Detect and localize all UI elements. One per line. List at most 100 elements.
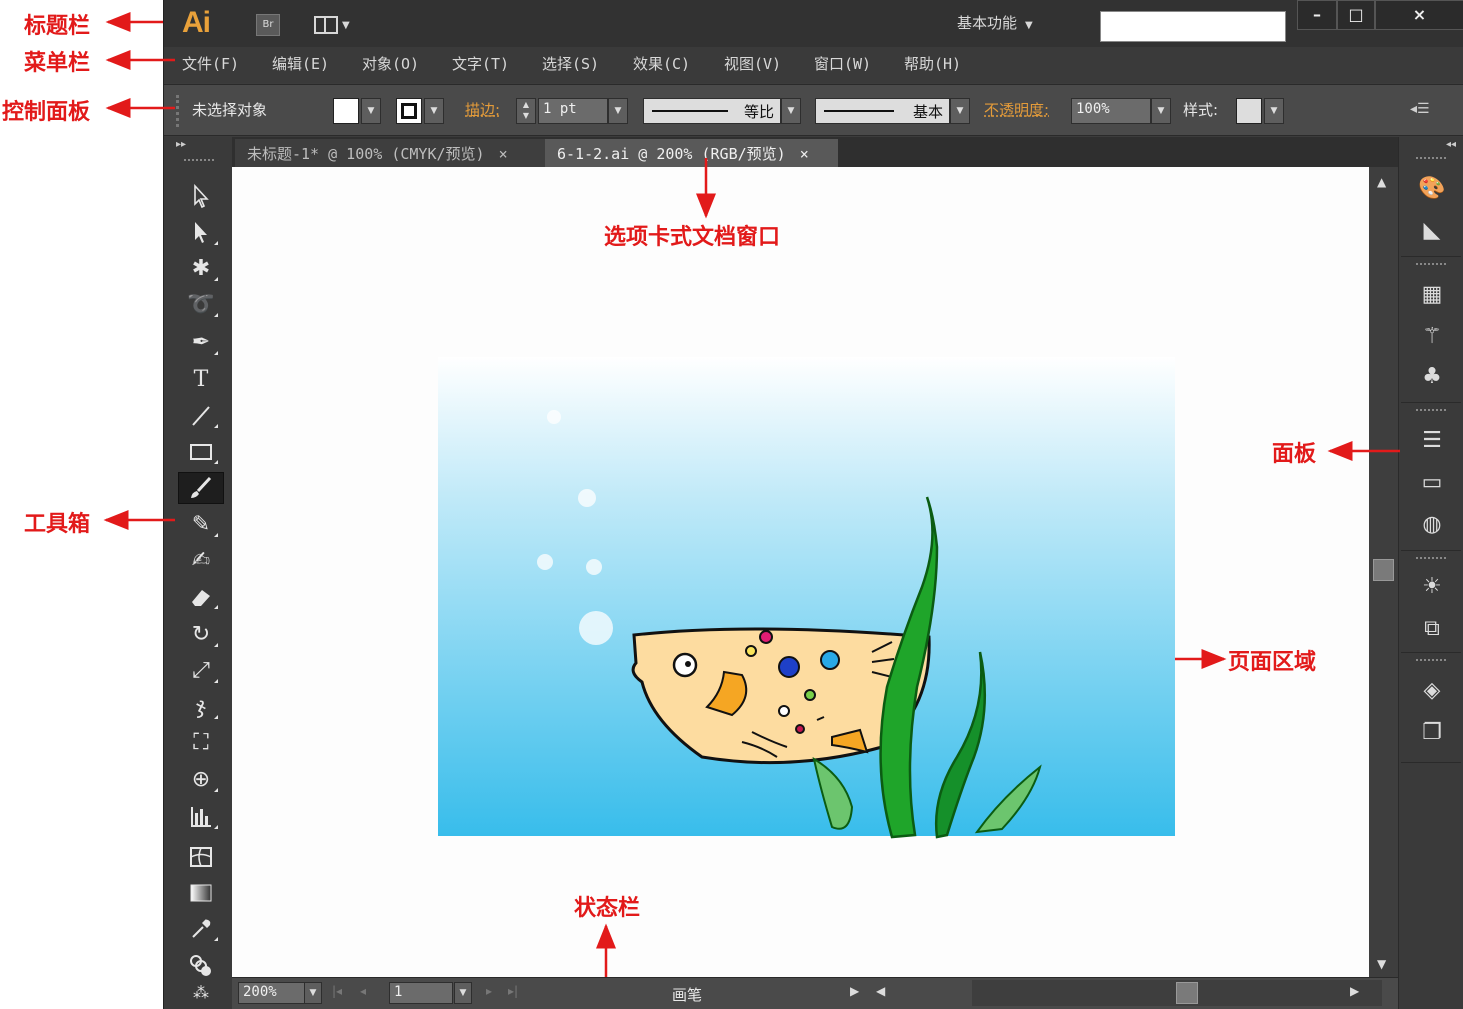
collapse-toolbox-icon[interactable]: ▸▸ (176, 139, 186, 150)
transparency-icon[interactable]: ◍ (1416, 509, 1448, 541)
menu-help[interactable]: 帮助(H) (904, 53, 961, 74)
stroke-icon[interactable]: ☰ (1416, 425, 1448, 457)
vertical-scroll-thumb[interactable] (1373, 559, 1394, 581)
tab-6-1-2[interactable]: 6-1-2.ai @ 200% (RGB/预览) × (545, 139, 838, 167)
fill-swatch[interactable] (333, 98, 359, 124)
artboard-dropdown[interactable]: ▼ (454, 982, 472, 1004)
blend-tool-icon[interactable] (178, 949, 224, 981)
rectangle-tool-icon[interactable] (178, 436, 224, 468)
blob-brush-tool-icon[interactable]: ✍ (178, 545, 224, 577)
zoom-dropdown[interactable]: ▼ (304, 982, 322, 1004)
brush-dropdown[interactable]: ▼ (950, 98, 970, 124)
tab-untitled-1[interactable]: 未标题-1* @ 100% (CMYK/预览) × (235, 139, 545, 167)
layers-icon[interactable]: ◈ (1416, 675, 1448, 707)
panel-group-grip[interactable] (1416, 409, 1446, 411)
gradient-tool-icon[interactable] (178, 877, 224, 909)
warp-tool-icon[interactable]: ჯ (178, 691, 224, 723)
stroke-label[interactable]: 描边: (465, 99, 500, 120)
profile-dropdown[interactable]: ▼ (781, 98, 801, 124)
menu-select[interactable]: 选择(S) (542, 53, 599, 74)
status-menu-icon[interactable]: ▶ (850, 984, 859, 998)
brushes-icon[interactable]: ⚚ (1416, 321, 1448, 353)
pen-tool-icon[interactable]: ✒ (178, 327, 224, 359)
menu-effect[interactable]: 效果(C) (633, 53, 690, 74)
rotate-tool-icon[interactable]: ↻ (178, 619, 224, 651)
menu-edit[interactable]: 编辑(E) (272, 53, 329, 74)
minimize-button[interactable]: – (1297, 0, 1337, 30)
menu-type[interactable]: 文字(T) (452, 53, 509, 74)
direct-selection-tool-icon[interactable] (178, 217, 224, 249)
fill-dropdown[interactable]: ▼ (361, 98, 381, 124)
stroke-weight-stepper[interactable]: ▲ ▼ (516, 98, 536, 124)
current-tool-status[interactable]: 画笔 (672, 984, 702, 1005)
appearance-icon[interactable]: ☀ (1416, 571, 1448, 603)
paintbrush-tool-icon[interactable] (178, 472, 224, 504)
scroll-down-icon[interactable]: ▼ (1377, 957, 1386, 971)
stroke-swatch[interactable] (396, 98, 422, 124)
document-canvas[interactable] (232, 167, 1369, 977)
opacity-field[interactable]: 100% (1071, 98, 1151, 124)
menu-file[interactable]: 文件(F) (182, 53, 239, 74)
search-input[interactable] (1100, 11, 1286, 42)
menu-window[interactable]: 窗口(W) (814, 53, 871, 74)
brush-definition[interactable]: 基本 (815, 98, 950, 124)
stroke-dropdown[interactable]: ▼ (424, 98, 444, 124)
lasso-tool-icon[interactable]: ➰ (178, 289, 224, 321)
magic-wand-tool-icon[interactable]: ✱ (178, 253, 224, 285)
menu-object[interactable]: 对象(O) (362, 53, 419, 74)
panel-group-grip[interactable] (1416, 659, 1446, 661)
panel-group-grip[interactable] (1416, 557, 1446, 559)
panel-group-grip[interactable] (1416, 263, 1446, 265)
first-artboard-icon[interactable]: |◂ (332, 984, 342, 998)
color-guide-icon[interactable]: 🎨 (1416, 173, 1448, 205)
zoom-field[interactable]: 200% (238, 982, 310, 1004)
expand-panels-icon[interactable]: ◂◂ (1446, 139, 1456, 150)
color-icon[interactable]: ◣ (1416, 215, 1448, 247)
panel-grip[interactable] (176, 95, 179, 127)
bridge-button[interactable]: Br (256, 14, 280, 36)
line-segment-tool-icon[interactable] (178, 400, 224, 432)
panel-group-grip[interactable] (1416, 157, 1446, 159)
type-tool-icon[interactable]: T (178, 364, 224, 396)
graph-tool-icon[interactable] (178, 801, 224, 833)
scale-tool-icon[interactable]: ⤢ (178, 655, 224, 687)
panel-menu-icon[interactable]: ◂☰ (1410, 101, 1430, 117)
close-tab-icon[interactable]: × (800, 145, 809, 163)
maximize-button[interactable]: □ (1337, 0, 1375, 30)
symbols-icon[interactable]: ♣ (1416, 361, 1448, 393)
selection-tool-icon[interactable] (178, 181, 224, 213)
gradient-icon[interactable]: ▭ (1416, 467, 1448, 499)
graphic-styles-icon[interactable]: ⧉ (1416, 613, 1448, 645)
graphic-style-swatch[interactable] (1236, 98, 1262, 124)
variable-width-profile[interactable]: 等比 (643, 98, 781, 124)
horizontal-scroll-thumb[interactable] (1176, 982, 1198, 1004)
swatches-icon[interactable]: ▦ (1416, 279, 1448, 311)
vertical-scrollbar[interactable]: ▲ ▼ (1369, 167, 1398, 977)
scroll-left-icon[interactable]: ◀ (876, 984, 885, 998)
pencil-tool-icon[interactable]: ✎ (178, 509, 224, 541)
horizontal-scrollbar[interactable] (972, 980, 1382, 1006)
opacity-label[interactable]: 不透明度: (984, 99, 1049, 120)
next-artboard-icon[interactable]: ▸ (486, 984, 492, 998)
eyedropper-tool-icon[interactable] (178, 913, 224, 945)
symbol-sprayer-tool-icon[interactable]: ⁂ (178, 983, 224, 1007)
shape-builder-tool-icon[interactable]: ⊕ (178, 764, 224, 796)
workspace-switcher[interactable]: 基本功能 ▼ (957, 12, 1033, 33)
toolbox-grip[interactable] (184, 159, 214, 163)
last-artboard-icon[interactable]: ▸| (508, 984, 518, 998)
opacity-dropdown[interactable]: ▼ (1151, 98, 1171, 124)
scroll-right-icon[interactable]: ▶ (1350, 984, 1359, 998)
menu-view[interactable]: 视图(V) (724, 53, 781, 74)
mesh-tool-icon[interactable] (178, 841, 224, 873)
graphic-style-dropdown[interactable]: ▼ (1264, 98, 1284, 124)
close-tab-icon[interactable]: × (499, 145, 508, 163)
stroke-weight-dropdown[interactable]: ▼ (608, 98, 628, 124)
artboard-number-field[interactable]: 1 (389, 982, 453, 1004)
eraser-tool-icon[interactable] (178, 581, 224, 613)
artboards-icon[interactable]: ❐ (1416, 717, 1448, 749)
previous-artboard-icon[interactable]: ◂ (360, 984, 366, 998)
arrange-documents-button[interactable]: ▼ (314, 14, 356, 36)
free-transform-tool-icon[interactable]: ⛶ (178, 727, 224, 759)
close-window-button[interactable]: × (1375, 0, 1463, 30)
stroke-weight-field[interactable]: 1 pt (538, 98, 608, 124)
